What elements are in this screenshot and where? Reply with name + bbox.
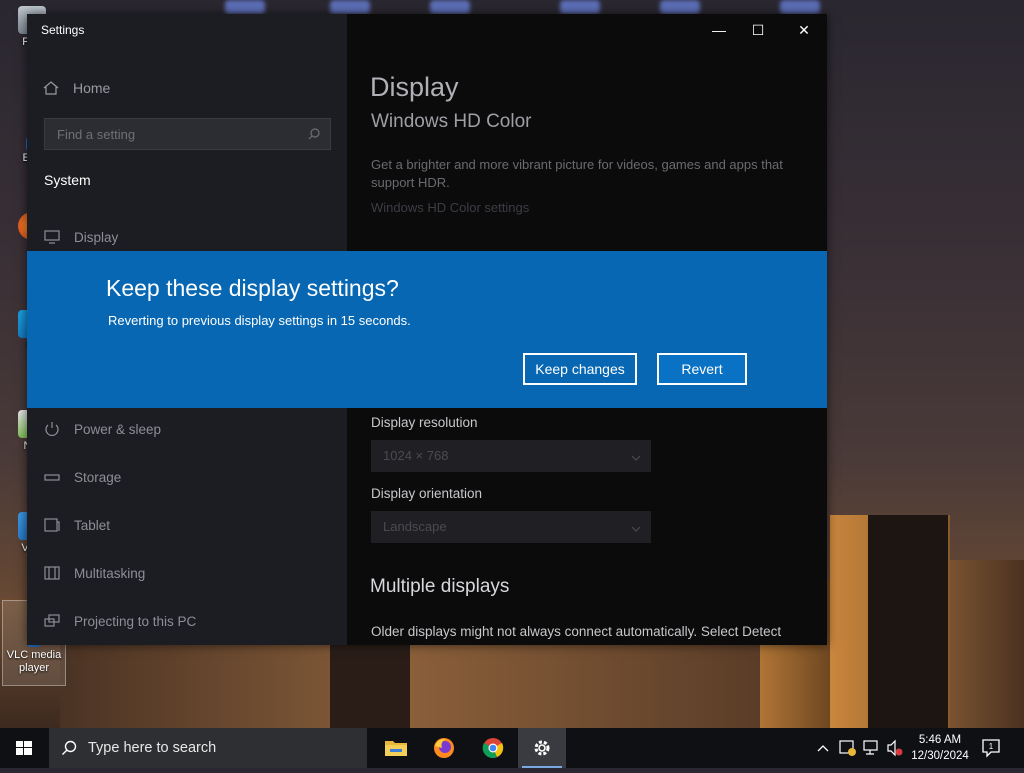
keep-changes-button[interactable]: Keep changes bbox=[523, 353, 637, 385]
taskbar-chrome[interactable] bbox=[469, 728, 517, 768]
maximize-button[interactable]: ☐ bbox=[746, 20, 770, 40]
sidebar-item-multitasking[interactable]: Multitasking bbox=[44, 566, 145, 581]
start-button[interactable] bbox=[0, 728, 48, 768]
svg-text:1: 1 bbox=[989, 742, 994, 751]
clock-date: 12/30/2024 bbox=[911, 750, 969, 762]
resolution-value: 1024 × 768 bbox=[383, 448, 449, 463]
volume-muted-icon bbox=[887, 739, 903, 757]
taskbar-search-placeholder: Type here to search bbox=[88, 740, 217, 756]
action-center-button[interactable]: 1 bbox=[980, 737, 1002, 759]
resolution-label: Display resolution bbox=[371, 415, 478, 430]
taskbar-clock[interactable]: 5:46 AM 12/30/2024 bbox=[905, 732, 975, 764]
taskbar-settings[interactable] bbox=[518, 728, 566, 768]
sidebar-item-projecting[interactable]: Projecting to this PC bbox=[44, 614, 196, 629]
sidebar-item-power-sleep[interactable]: Power & sleep bbox=[44, 422, 161, 437]
chrome-icon bbox=[482, 738, 504, 758]
storage-icon bbox=[44, 470, 60, 484]
search-icon bbox=[308, 127, 320, 140]
orientation-dropdown[interactable]: Landscape bbox=[371, 511, 651, 543]
taskbar: Type here to search 5:46 AM 12/30/2024 1 bbox=[0, 728, 1024, 768]
chevron-down-icon bbox=[631, 521, 641, 532]
tray-security[interactable] bbox=[837, 728, 857, 768]
tray-volume[interactable] bbox=[885, 728, 905, 768]
multiple-displays-heading: Multiple displays bbox=[370, 576, 510, 597]
home-icon bbox=[43, 81, 59, 95]
sidebar-item-tablet[interactable]: Tablet bbox=[44, 518, 110, 533]
orientation-label: Display orientation bbox=[371, 486, 483, 501]
multiple-displays-description: Older displays might not always connect … bbox=[371, 624, 782, 639]
monitor-icon bbox=[44, 230, 60, 244]
sidebar-item-storage[interactable]: Storage bbox=[44, 470, 121, 485]
taskbar-firefox[interactable] bbox=[420, 728, 468, 768]
dialog-title: Keep these display settings? bbox=[106, 275, 399, 301]
search-icon bbox=[61, 740, 77, 756]
dialog-message: Reverting to previous display settings i… bbox=[108, 313, 411, 328]
revert-button[interactable]: Revert bbox=[657, 353, 747, 385]
taskbar-file-explorer[interactable] bbox=[372, 728, 420, 768]
notification-icon: 1 bbox=[982, 739, 1000, 758]
close-button[interactable]: ✕ bbox=[792, 20, 816, 40]
hdr-settings-link[interactable]: Windows HD Color settings bbox=[371, 200, 529, 215]
sidebar-home[interactable]: Home bbox=[43, 80, 110, 96]
hdr-heading: Windows HD Color bbox=[371, 111, 532, 132]
settings-search-input[interactable] bbox=[55, 126, 309, 143]
tablet-icon bbox=[44, 518, 60, 532]
settings-search[interactable] bbox=[44, 118, 331, 150]
minimize-button[interactable]: — bbox=[707, 20, 731, 40]
keep-display-settings-dialog: Keep these display settings? Reverting t… bbox=[27, 251, 827, 408]
hdr-description: Get a brighter and more vibrant picture … bbox=[371, 157, 783, 190]
multitasking-icon bbox=[44, 566, 60, 580]
power-icon bbox=[44, 422, 60, 436]
firefox-icon bbox=[434, 738, 454, 758]
show-hidden-icons-button[interactable] bbox=[815, 728, 831, 768]
taskbar-search[interactable]: Type here to search bbox=[49, 728, 367, 768]
projecting-icon bbox=[44, 614, 60, 628]
security-warning-icon bbox=[839, 740, 856, 756]
tray-network[interactable] bbox=[861, 728, 881, 768]
sidebar-section-title: System bbox=[44, 172, 91, 188]
resolution-dropdown[interactable]: 1024 × 768 bbox=[371, 440, 651, 472]
orientation-value: Landscape bbox=[383, 519, 447, 534]
window-titlebar[interactable]: Settings — ☐ ✕ bbox=[27, 14, 827, 46]
gear-icon bbox=[534, 740, 550, 756]
chevron-down-icon bbox=[631, 450, 641, 461]
network-icon bbox=[863, 740, 878, 755]
clock-time: 5:46 AM bbox=[918, 734, 962, 746]
window-title: Settings bbox=[41, 23, 85, 37]
windows-logo-icon bbox=[16, 741, 32, 755]
sidebar-item-display[interactable]: Display bbox=[44, 230, 118, 245]
chevron-up-icon bbox=[817, 745, 829, 752]
folder-icon bbox=[385, 741, 407, 756]
page-title: Display bbox=[370, 72, 459, 102]
